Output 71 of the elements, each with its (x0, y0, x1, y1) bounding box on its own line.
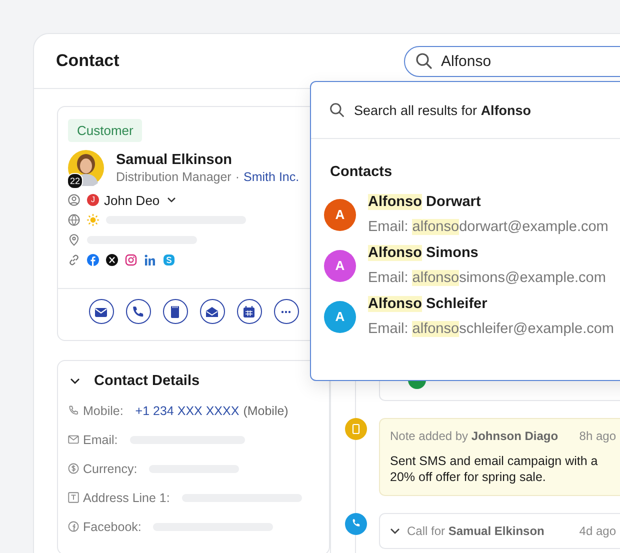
chevron-icon[interactable] (70, 378, 80, 384)
result-email: alfonsodorwart@example.com (412, 219, 608, 235)
caret-icon[interactable] (166, 197, 176, 203)
customer-tag: Customer (68, 119, 142, 142)
call-button[interactable] (126, 299, 150, 324)
call-title: Call for Samual Elkinson (407, 524, 544, 538)
field-label: Email: (83, 432, 118, 446)
email-label: Email: (368, 270, 408, 286)
coin-icon (68, 463, 79, 474)
chevron-icon[interactable] (390, 528, 400, 534)
owner-select[interactable]: John Deo (104, 192, 160, 208)
company-link[interactable]: Smith Inc. (244, 170, 300, 184)
owner-avatar: J (87, 194, 99, 206)
contact-avatar: A (324, 198, 356, 230)
email-label: Email: (368, 321, 408, 337)
search-field[interactable]: Alfonso (404, 46, 620, 76)
phone-link[interactable]: +1 234 XXX XXXX (135, 404, 240, 418)
contact-avatar: A (324, 300, 356, 332)
timestamp: 8h ago (579, 429, 616, 443)
search-all-text: Search all results for Alfonso (354, 102, 532, 118)
user-icon (68, 194, 80, 206)
skype-icon[interactable] (163, 254, 175, 266)
page-title: Contact (56, 51, 120, 71)
result-email: alfonsoschleifer@example.com (412, 321, 614, 337)
field-label: Currency: (83, 462, 138, 476)
field-label: Mobile: (83, 404, 124, 418)
note-author: Note added by Johnson Diago (390, 429, 558, 443)
calendar-button[interactable] (236, 299, 262, 324)
sun-icon (87, 214, 99, 226)
result-name: Alfonso Schleifer (368, 296, 488, 312)
result-email: alfonsosimons@example.com (412, 270, 606, 286)
count-badge: 22 (67, 173, 83, 189)
contact-avatar: A (324, 250, 356, 282)
job-title: Distribution Manager (116, 170, 232, 184)
link-icon (68, 254, 80, 266)
timestamp: 4d ago (579, 524, 616, 538)
note-text: Sent SMS and email campaign with a 20% off offer for spring sale. (390, 453, 599, 485)
section-title: Contact Details (94, 373, 200, 389)
instagram-icon[interactable] (125, 254, 137, 266)
field-label: Facebook: (83, 520, 142, 534)
email-label: Email: (368, 219, 408, 235)
notepad-icon (168, 304, 182, 318)
calendar-icon (242, 304, 256, 318)
email-button[interactable] (88, 299, 114, 324)
field-label: Address Line 1: (83, 490, 170, 504)
section-heading: Contacts (329, 163, 394, 180)
contact-result[interactable]: A Alfonso Simons Email: alfonsosimons@example.com (311, 245, 620, 286)
search-all-option[interactable]: Search all results for Alfonso (311, 82, 620, 139)
search-icon (415, 52, 433, 70)
mail-icon (68, 434, 79, 445)
phone-icon (68, 405, 79, 416)
open-envelope-icon (205, 304, 219, 318)
contact-result[interactable]: A Alfonso Schleifer Email: alfonsoschleifer@example.com (311, 296, 620, 337)
globe-icon (68, 214, 80, 226)
linkedin-icon[interactable] (144, 254, 156, 266)
note-button[interactable] (162, 299, 188, 324)
facebook-icon[interactable] (87, 254, 99, 266)
text-field-icon (68, 492, 79, 503)
search-icon (329, 102, 345, 118)
separator: · (235, 170, 240, 184)
x-icon[interactable] (106, 254, 118, 266)
contact-name: Samual Elkinson (116, 152, 234, 168)
mail-open-button[interactable] (200, 299, 224, 324)
facebook-icon (68, 521, 79, 532)
result-name: Alfonso Simons (368, 245, 480, 261)
more-button[interactable] (274, 299, 298, 324)
result-name: Alfonso Dorwart (368, 194, 482, 210)
phone-type: (Mobile) (243, 404, 288, 418)
contact-result[interactable]: A Alfonso Dorwart Email: alfonsodorwart@example.com (311, 194, 620, 235)
location-pin-icon (68, 234, 80, 246)
phone-icon (131, 304, 145, 318)
